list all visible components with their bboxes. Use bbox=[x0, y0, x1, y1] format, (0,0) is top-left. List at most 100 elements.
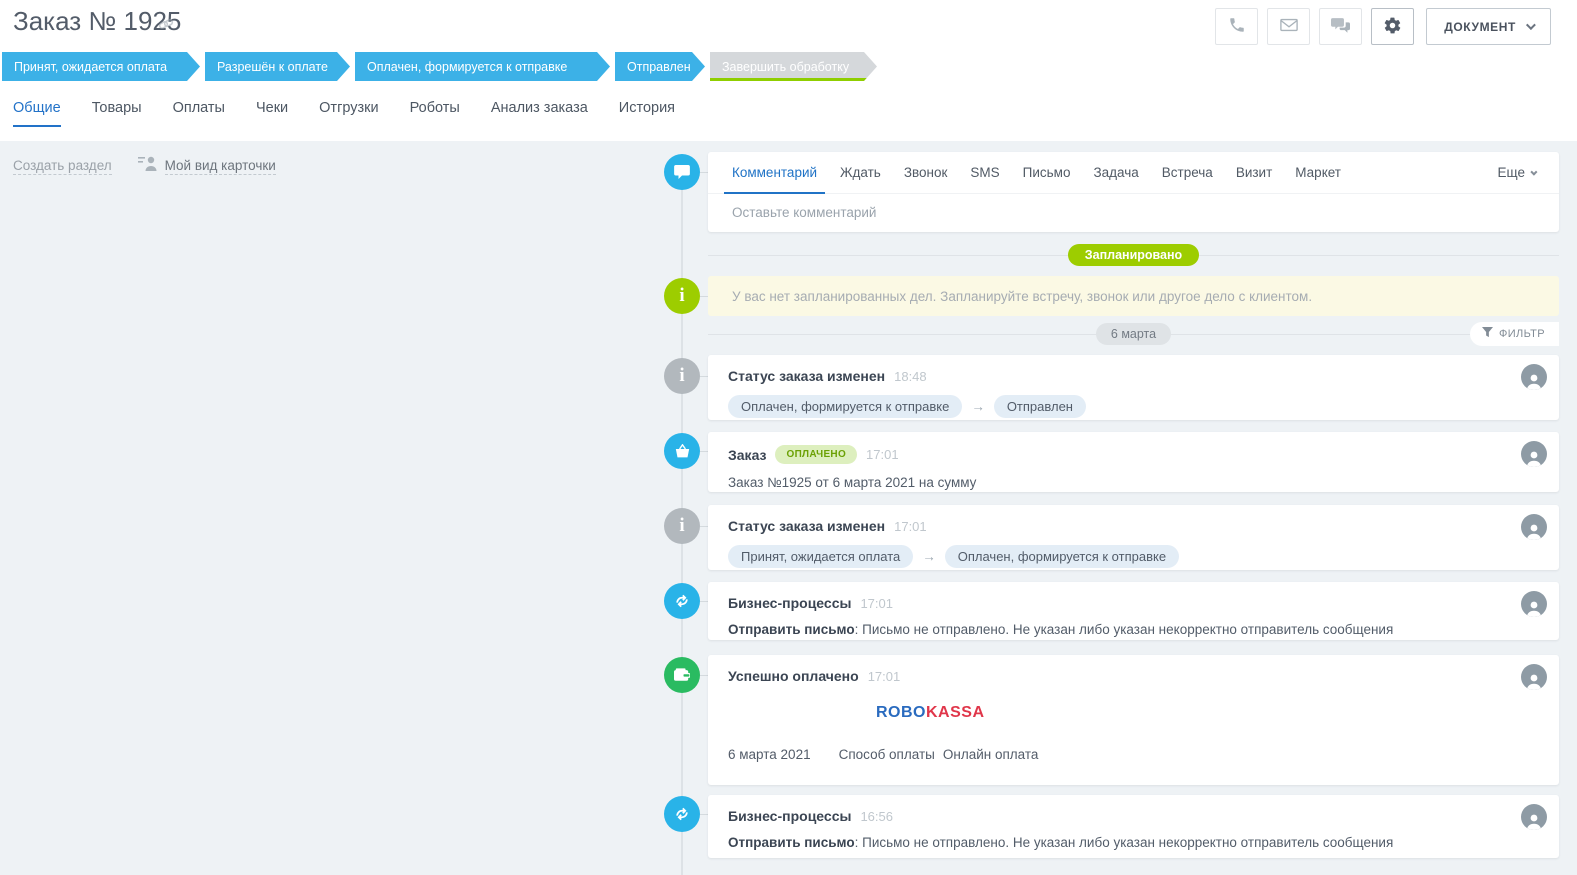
header-toolbar: ДОКУМЕНТ bbox=[1206, 8, 1551, 45]
wallet-icon bbox=[664, 657, 700, 693]
funnel-icon bbox=[1482, 327, 1493, 341]
planned-divider: Запланировано bbox=[708, 244, 1559, 266]
arrow-right-icon: → bbox=[971, 399, 985, 414]
pipeline-stage-accepted[interactable]: Принят, ожидается оплата bbox=[2, 52, 200, 81]
chat-bubbles-icon bbox=[1331, 17, 1350, 36]
chevron-down-icon bbox=[1526, 20, 1536, 30]
entry-title: Бизнес-процессы bbox=[728, 595, 851, 611]
business-process-icon bbox=[664, 796, 700, 832]
tab-general[interactable]: Общие bbox=[13, 100, 61, 127]
page-title: Заказ № 1925 bbox=[13, 6, 181, 37]
pipeline-stage-finish[interactable]: Завершить обработку bbox=[710, 52, 877, 81]
timeline-entry-business-process: Бизнес-процессы 16:56 Отправить письмо: … bbox=[708, 795, 1559, 858]
entry-time: 17:01 bbox=[860, 596, 893, 611]
info-glyph: i bbox=[679, 365, 684, 387]
chat-button[interactable] bbox=[1319, 8, 1362, 45]
my-card-view-link[interactable]: Мой вид карточки bbox=[138, 156, 276, 176]
tab-products[interactable]: Товары bbox=[92, 100, 142, 127]
payment-method-value: Онлайн оплата bbox=[943, 747, 1039, 762]
payment-date: 6 марта 2021 bbox=[728, 747, 811, 762]
phone-button[interactable] bbox=[1215, 8, 1258, 45]
business-process-icon bbox=[664, 583, 700, 619]
status-to-pill: Отправлен bbox=[994, 395, 1086, 418]
tab-order-analysis[interactable]: Анализ заказа bbox=[491, 100, 588, 127]
tab-shipments[interactable]: Отгрузки bbox=[319, 100, 378, 127]
settings-button[interactable] bbox=[1371, 8, 1414, 45]
timeline-entry-status-change: Статус заказа изменен 17:01 Принят, ожид… bbox=[708, 505, 1559, 570]
info-icon: i bbox=[664, 278, 700, 314]
info-glyph: i bbox=[679, 515, 684, 537]
comment-input[interactable] bbox=[708, 194, 1559, 231]
document-button-label: ДОКУМЕНТ bbox=[1444, 20, 1516, 34]
arrow-right-icon: → bbox=[922, 549, 936, 564]
date-badge: 6 марта bbox=[1096, 323, 1171, 345]
pipeline-stage-paid[interactable]: Оплачен, формируется к отправке bbox=[355, 52, 610, 81]
filter-button[interactable]: ФИЛЬТР bbox=[1470, 322, 1559, 346]
stage-label: Принят, ожидается оплата bbox=[14, 60, 167, 74]
person-settings-icon bbox=[138, 156, 158, 176]
composer-tab-meeting[interactable]: Встреча bbox=[1162, 152, 1213, 194]
stage-label: Оплачен, формируется к отправке bbox=[367, 60, 567, 74]
envelope-icon bbox=[1280, 18, 1298, 35]
pipeline-stage-shipped[interactable]: Отправлен bbox=[615, 52, 705, 81]
process-result-text: : Письмо не отправлено. Не указан либо у… bbox=[855, 622, 1394, 637]
chevron-down-icon bbox=[1530, 169, 1537, 176]
avatar bbox=[1521, 591, 1547, 617]
entry-time: 17:01 bbox=[866, 447, 899, 462]
document-button[interactable]: ДОКУМЕНТ bbox=[1426, 8, 1551, 45]
date-divider: 6 марта ФИЛЬТР bbox=[708, 323, 1559, 345]
tab-robots[interactable]: Роботы bbox=[410, 100, 460, 127]
timeline-entry-payment: Успешно оплачено 17:01 ROBOKASSA 6 марта… bbox=[708, 655, 1559, 785]
composer-tab-market[interactable]: Маркет bbox=[1295, 152, 1341, 194]
tab-receipts[interactable]: Чеки bbox=[256, 100, 288, 127]
entry-title: Заказ bbox=[728, 447, 766, 463]
order-summary-text: Заказ №1925 от 6 марта 2021 на сумму bbox=[728, 475, 976, 490]
status-to-pill: Оплачен, формируется к отправке bbox=[945, 545, 1179, 568]
status-from-pill: Оплачен, формируется к отправке bbox=[728, 395, 962, 418]
filter-label: ФИЛЬТР bbox=[1499, 328, 1545, 340]
basket-icon bbox=[664, 433, 700, 469]
email-button[interactable] bbox=[1267, 8, 1310, 45]
composer-tab-wait[interactable]: Ждать bbox=[840, 152, 881, 194]
tab-history[interactable]: История bbox=[619, 100, 675, 127]
stage-label: Разрешён к оплате bbox=[217, 60, 328, 74]
composer-tab-sms[interactable]: SMS bbox=[970, 152, 999, 194]
process-result-text: : Письмо не отправлено. Не указан либо у… bbox=[855, 835, 1394, 850]
entry-title: Бизнес-процессы bbox=[728, 808, 851, 824]
composer-tab-email[interactable]: Письмо bbox=[1023, 152, 1071, 194]
status-from-pill: Принят, ожидается оплата bbox=[728, 545, 913, 568]
composer-tab-task[interactable]: Задача bbox=[1093, 152, 1138, 194]
timeline-entry-status-change: Статус заказа изменен 18:48 Оплачен, фор… bbox=[708, 355, 1559, 420]
left-panel: Создать раздел Мой вид карточки bbox=[13, 156, 276, 176]
timeline-entry-business-process: Бизнес-процессы 17:01 Отправить письмо: … bbox=[708, 582, 1559, 640]
avatar bbox=[1521, 514, 1547, 540]
composer-tab-visit[interactable]: Визит bbox=[1236, 152, 1272, 194]
avatar bbox=[1521, 804, 1547, 830]
entry-time: 17:01 bbox=[868, 669, 901, 684]
entry-title: Успешно оплачено bbox=[728, 668, 859, 684]
info-icon: i bbox=[664, 508, 700, 544]
entry-time: 16:56 bbox=[860, 809, 893, 824]
tab-payments[interactable]: Оплаты bbox=[173, 100, 225, 127]
process-action-label: Отправить письмо bbox=[728, 622, 855, 637]
composer-tab-call[interactable]: Звонок bbox=[904, 152, 948, 194]
entry-time: 18:48 bbox=[894, 369, 927, 384]
paid-badge: ОПЛАЧЕНО bbox=[775, 445, 857, 464]
copy-link-icon[interactable] bbox=[158, 16, 174, 37]
composer-tabs: Комментарий Ждать Звонок SMS Письмо Зада… bbox=[708, 152, 1559, 194]
comment-composer: Комментарий Ждать Звонок SMS Письмо Зада… bbox=[708, 152, 1559, 232]
pipeline-stage-approved[interactable]: Разрешён к оплате bbox=[205, 52, 350, 81]
info-glyph: i bbox=[679, 285, 684, 307]
composer-more-button[interactable]: Еще bbox=[1498, 165, 1535, 180]
stage-label: Отправлен bbox=[627, 60, 691, 74]
process-action-label: Отправить письмо bbox=[728, 835, 855, 850]
comment-icon bbox=[664, 154, 700, 190]
phone-icon bbox=[1228, 16, 1246, 37]
no-plans-text: У вас нет запланированных дел. Запланиру… bbox=[732, 289, 1312, 304]
robokassa-logo-robo: ROBO bbox=[876, 704, 926, 721]
my-card-view-label: Мой вид карточки bbox=[165, 158, 276, 175]
no-plans-banner: У вас нет запланированных дел. Запланиру… bbox=[708, 276, 1559, 316]
info-icon: i bbox=[664, 358, 700, 394]
composer-tab-comment[interactable]: Комментарий bbox=[732, 152, 817, 194]
create-section-link[interactable]: Создать раздел bbox=[13, 158, 112, 175]
